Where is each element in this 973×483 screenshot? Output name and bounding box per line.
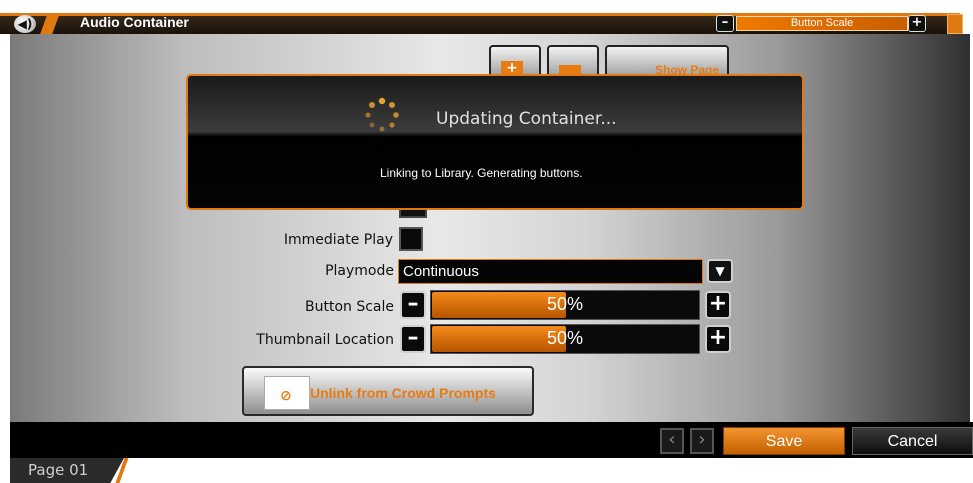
save-button[interactable]: Save: [723, 427, 845, 455]
title-bar: ◀) Audio Container – Button Scale +: [0, 0, 973, 34]
button-scale-decrease-button[interactable]: –: [400, 291, 426, 319]
chevron-down-icon[interactable]: ▼: [707, 259, 733, 283]
unlink-crowd-prompts-button[interactable]: ⊘ Unlink from Crowd Prompts: [242, 366, 534, 416]
thumbnail-location-decrease-button[interactable]: –: [400, 325, 426, 353]
modal-message: Linking to Library. Generating buttons.: [380, 166, 583, 180]
window-control-button[interactable]: [947, 14, 963, 34]
thumbnail-location-label: Thumbnail Location: [256, 332, 394, 348]
loading-spinner-icon: [365, 97, 399, 132]
modal-title: Updating Container...: [436, 109, 617, 129]
link-icon: ⊘: [280, 388, 292, 404]
window-title: Audio Container: [80, 14, 189, 30]
speaker-icon[interactable]: ◀): [14, 15, 36, 33]
plus-icon[interactable]: +: [908, 15, 926, 32]
cancel-button[interactable]: Cancel: [852, 427, 973, 455]
thumbnail-location-slider[interactable]: 50%: [430, 324, 700, 354]
button-scale-slider[interactable]: 50%: [430, 290, 700, 320]
add-page-icon: +: [501, 61, 523, 75]
header-button-scale: – Button Scale +: [716, 15, 926, 32]
playmode-select[interactable]: Continuous: [398, 259, 703, 284]
page-tab-label: Page 01: [28, 461, 89, 479]
chevron-left-icon[interactable]: ‹: [660, 428, 684, 454]
header-scale-label: Button Scale: [790, 17, 854, 29]
page-tab[interactable]: Page 01: [10, 458, 124, 483]
immediate-play-checkbox[interactable]: [399, 227, 423, 251]
thumbnail-location-value: 50%: [546, 328, 584, 348]
button-scale-label: Button Scale: [304, 299, 394, 315]
thumbnail-location-increase-button[interactable]: +: [705, 325, 731, 353]
playmode-label: Playmode: [325, 263, 394, 279]
minus-icon[interactable]: –: [716, 15, 734, 32]
header-scale-bar[interactable]: Button Scale: [736, 16, 908, 31]
updating-modal: [186, 74, 804, 210]
button-scale-value: 50%: [546, 294, 584, 314]
button-scale-increase-button[interactable]: +: [705, 291, 731, 319]
unlink-label: Unlink from Crowd Prompts: [310, 385, 496, 401]
immediate-play-label: Immediate Play: [283, 232, 393, 248]
chevron-right-icon[interactable]: ›: [690, 428, 714, 454]
